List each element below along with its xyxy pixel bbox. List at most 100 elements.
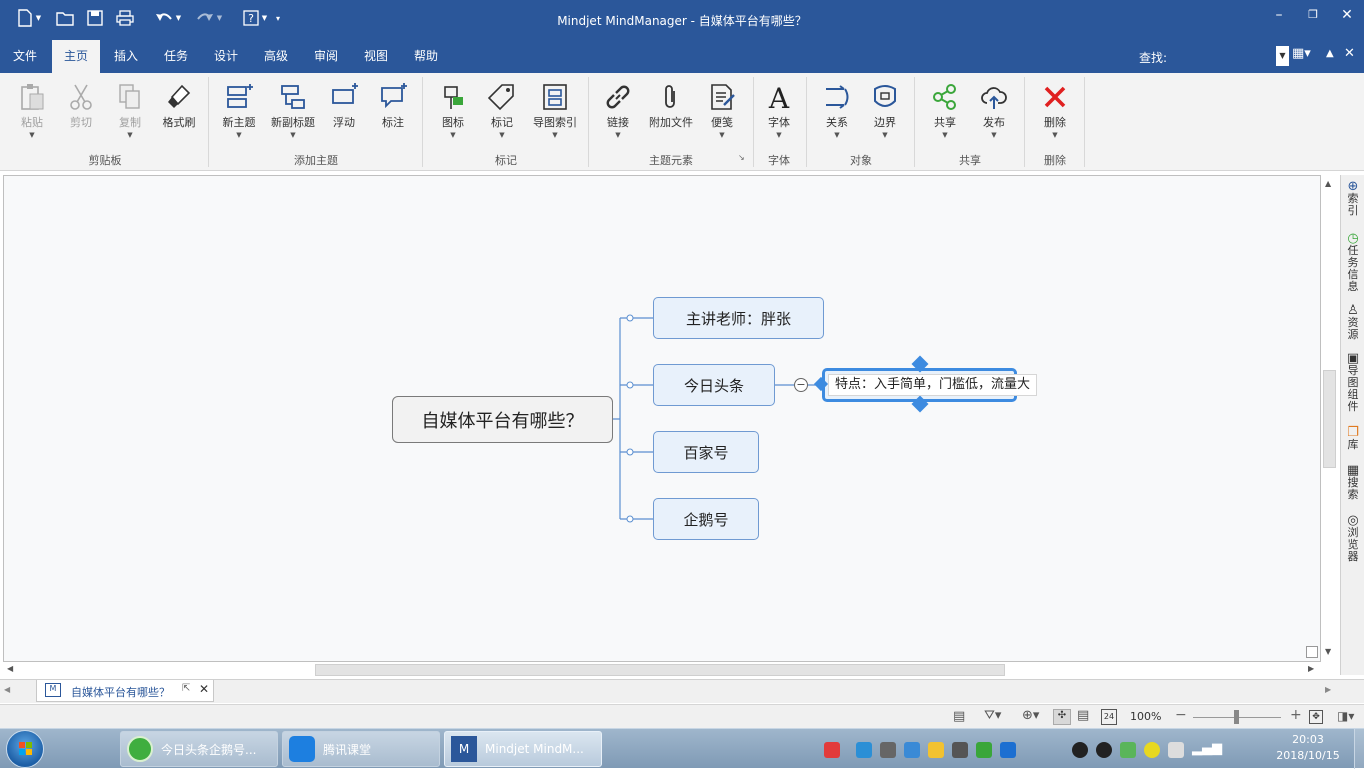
taskbar-button-mindmanager[interactable]: M Mindjet MindM... <box>444 731 602 767</box>
svg-text:A: A <box>768 83 790 111</box>
scroll-up-icon[interactable]: ▲ <box>1325 179 1331 188</box>
tab-popout-icon[interactable]: ⇱ <box>182 683 190 694</box>
new-subtopic-button[interactable]: 新副标题 ▼ <box>264 80 322 139</box>
tray-drive-icon[interactable] <box>952 742 968 758</box>
pane-tab-task-info[interactable]: ◷ 任务信息 <box>1343 232 1363 293</box>
notes-button[interactable]: 便笺 ▼ <box>695 80 749 139</box>
vertical-scroll-thumb[interactable] <box>1323 370 1336 468</box>
topic-qiehao[interactable]: 企鹅号 <box>653 498 759 540</box>
topic-teacher[interactable]: 主讲老师：胖张 <box>653 297 824 339</box>
pane-tab-search[interactable]: ▦ 搜索 <box>1343 464 1363 501</box>
font-button[interactable]: A 字体 ▼ <box>752 80 806 139</box>
list-view-icon[interactable]: ▤ <box>1077 708 1089 723</box>
horizontal-scrollbar[interactable]: ◀ ▶ <box>3 662 1321 678</box>
vertical-scrollbar[interactable]: ▲ ▼ <box>1321 175 1339 662</box>
tray-qq2-icon[interactable] <box>1096 742 1112 758</box>
zoom-slider-thumb[interactable] <box>1234 710 1239 724</box>
tab-insert[interactable]: 插入 <box>104 40 148 73</box>
layout-icon[interactable]: ▦▾ <box>1292 46 1318 66</box>
tab-home[interactable]: 主页 <box>52 40 100 73</box>
central-topic[interactable]: 自媒体平台有哪些？ <box>392 396 613 443</box>
collapse-branch-button[interactable]: − <box>794 378 808 392</box>
share-button[interactable]: 共享 ▼ <box>918 80 972 139</box>
tab-scroll-right-icon[interactable]: ▶ <box>1325 685 1331 694</box>
scroll-left-icon[interactable]: ◀ <box>7 664 13 673</box>
focus-icon[interactable]: ⊕▾ <box>1022 708 1039 723</box>
topic-toutiao[interactable]: 今日头条 <box>653 364 775 406</box>
copy-button[interactable]: 复制 ▼ <box>103 80 157 139</box>
delete-button[interactable]: 删除 ▼ <box>1028 80 1082 139</box>
tag-button[interactable]: 标记 ▼ <box>475 80 529 139</box>
zoom-out-button[interactable]: − <box>1175 707 1187 723</box>
format-painter-button[interactable]: 格式刷 <box>152 80 206 130</box>
pane-toggle-icon[interactable]: ◨▾ <box>1337 709 1354 723</box>
horizontal-scroll-thumb[interactable] <box>315 664 1005 676</box>
paste-button[interactable]: 粘贴 ▼ <box>5 80 59 139</box>
tray-qq-icon[interactable] <box>1072 742 1088 758</box>
find-dropdown[interactable]: ▼ <box>1276 46 1289 66</box>
tab-task[interactable]: 任务 <box>154 40 198 73</box>
tab-view[interactable]: 视图 <box>354 40 398 73</box>
tab-advanced[interactable]: 高级 <box>254 40 298 73</box>
calendar-icon[interactable]: 24 <box>1101 709 1117 725</box>
topic-baijiahao[interactable]: 百家号 <box>653 431 759 473</box>
ribbon-close-icon[interactable]: ✕ <box>1344 46 1360 66</box>
collapse-ribbon-icon[interactable]: ▲ <box>1326 48 1340 64</box>
cut-button[interactable]: 剪切 <box>54 80 108 130</box>
attach-file-button[interactable]: 附加文件 <box>643 80 699 130</box>
close-button[interactable]: ✕ <box>1334 6 1360 26</box>
map-index-button[interactable]: 导图索引 ▼ <box>526 80 584 139</box>
tray-app-icon[interactable] <box>928 742 944 758</box>
map-canvas[interactable] <box>3 175 1321 662</box>
tray-volume-icon[interactable]: 🔈︎ <box>1216 740 1224 756</box>
start-button[interactable] <box>6 730 44 768</box>
tray-input-icon[interactable] <box>824 742 840 758</box>
system-clock[interactable]: 20:03 2018/10/15 <box>1268 732 1348 764</box>
navigator-icon[interactable] <box>1306 646 1318 658</box>
outline-view-icon[interactable]: ▤ <box>953 709 965 724</box>
map-view-icon[interactable]: ✣ <box>1053 709 1071 725</box>
tab-design[interactable]: 设计 <box>204 40 248 73</box>
fit-map-icon[interactable]: ✥ <box>1309 710 1323 724</box>
tray-printer-icon[interactable] <box>880 742 896 758</box>
new-subtopic-icon <box>264 80 322 114</box>
tray-cloud-icon[interactable] <box>904 742 920 758</box>
notes-icon <box>695 80 749 114</box>
taskbar-button-tencent-classroom[interactable]: 腾讯课堂 <box>282 731 440 767</box>
icon-button[interactable]: 图标 ▼ <box>426 80 480 139</box>
pane-tab-map-parts[interactable]: ▣ 导图组件 <box>1343 352 1363 413</box>
boundary-button[interactable]: 边界 ▼ <box>858 80 912 139</box>
taskbar: 今日头条企鹅号... 腾讯课堂 M Mindjet MindM... ▂▄▆ 🔈… <box>0 728 1364 769</box>
tab-review[interactable]: 审阅 <box>304 40 348 73</box>
minimize-button[interactable]: – <box>1266 6 1292 26</box>
tab-close-icon[interactable]: ✕ <box>199 682 209 696</box>
scroll-down-icon[interactable]: ▼ <box>1325 647 1331 656</box>
new-topic-button[interactable]: 新主题 ▼ <box>212 80 266 139</box>
zoom-in-button[interactable]: + <box>1290 707 1302 723</box>
tab-scroll-left-icon[interactable]: ◀ <box>4 685 10 694</box>
publish-button[interactable]: 发布 ▼ <box>967 80 1021 139</box>
callout-button[interactable]: 标注 <box>366 80 420 130</box>
tray-shield-icon[interactable] <box>856 742 872 758</box>
tray-security-icon[interactable] <box>1120 742 1136 758</box>
restore-button[interactable]: ❐ <box>1300 6 1326 26</box>
pane-tab-browser[interactable]: ◎ 浏览器 <box>1343 514 1363 563</box>
pane-tab-resources[interactable]: ♙ 资源 <box>1343 304 1363 341</box>
relationship-button[interactable]: 关系 ▼ <box>810 80 864 139</box>
show-desktop-button[interactable] <box>1354 729 1364 769</box>
pane-tab-library[interactable]: ❐ 库 <box>1343 426 1363 451</box>
scroll-right-icon[interactable]: ▶ <box>1308 664 1314 673</box>
tray-ime-icon[interactable] <box>1000 742 1016 758</box>
tab-file[interactable]: 文件 <box>4 40 46 73</box>
pane-tab-index[interactable]: ⊕ 索引 <box>1343 180 1363 217</box>
floating-topic-button[interactable]: 浮动 <box>317 80 371 130</box>
filter-icon[interactable]: ⛛▾ <box>984 708 1001 723</box>
tray-plus-icon[interactable] <box>1144 742 1160 758</box>
link-button[interactable]: 链接 ▼ <box>591 80 645 139</box>
tab-help[interactable]: 帮助 <box>404 40 448 73</box>
tray-network-app-icon[interactable] <box>976 742 992 758</box>
tray-device-icon[interactable] <box>1168 742 1184 758</box>
topic-text-editor[interactable]: 特点：入手简单，门槛低，流量大 <box>828 374 1038 396</box>
taskbar-button-browser[interactable]: 今日头条企鹅号... <box>120 731 278 767</box>
document-tab[interactable]: M 自媒体平台有哪些？ ⇱ ✕ <box>36 680 214 702</box>
